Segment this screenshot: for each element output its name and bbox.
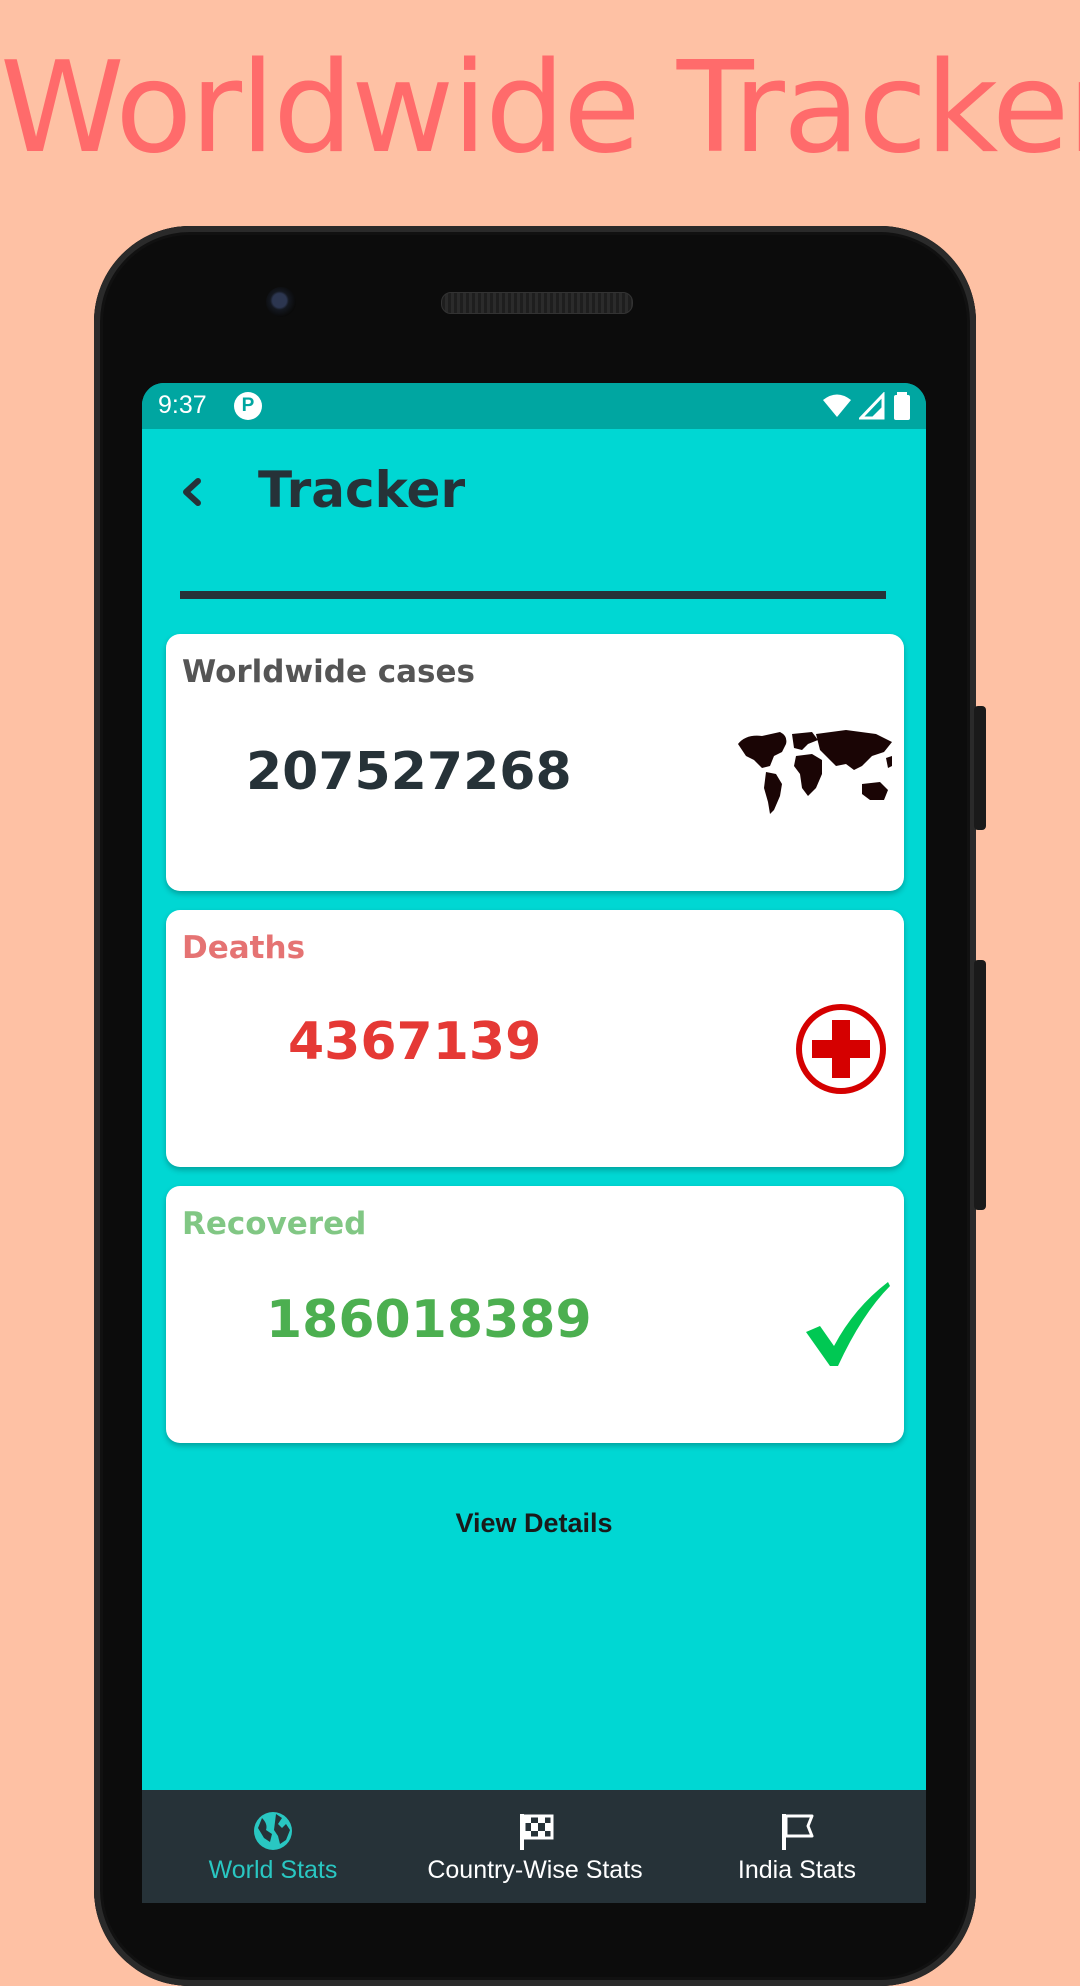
globe-icon bbox=[254, 1812, 292, 1850]
recovered-card: Recovered 186018389 bbox=[166, 1186, 904, 1443]
check-icon bbox=[806, 1282, 890, 1366]
deaths-value: 4367139 bbox=[288, 1012, 542, 1072]
status-icons bbox=[822, 392, 912, 420]
phone-power-button bbox=[974, 706, 986, 830]
status-time: 9:37 bbox=[158, 391, 207, 419]
promo-title: Worldwide Tracker bbox=[0, 34, 1080, 181]
phone-volume-button bbox=[974, 960, 986, 1210]
notification-icon: P bbox=[234, 392, 262, 420]
cases-value: 207527268 bbox=[246, 742, 572, 802]
nav-label-country-wise-stats: Country-Wise Stats bbox=[427, 1856, 643, 1884]
nav-label-world-stats: World Stats bbox=[208, 1856, 338, 1884]
back-button[interactable] bbox=[172, 467, 212, 517]
earpiece-speaker bbox=[441, 292, 633, 314]
page-title: Tracker bbox=[258, 461, 466, 519]
wifi-icon bbox=[823, 394, 852, 417]
recovered-value: 186018389 bbox=[266, 1290, 592, 1350]
checkered-flag-icon bbox=[520, 1814, 554, 1850]
view-details-button[interactable]: View Details bbox=[142, 1508, 926, 1539]
flag-icon bbox=[782, 1814, 814, 1850]
battery-icon bbox=[894, 392, 910, 420]
red-cross-icon bbox=[796, 1004, 886, 1094]
title-divider bbox=[180, 591, 886, 599]
recovered-label: Recovered bbox=[182, 1206, 367, 1242]
world-map-icon bbox=[738, 730, 892, 814]
front-camera bbox=[266, 287, 296, 317]
deaths-label: Deaths bbox=[182, 930, 306, 966]
signal-icon bbox=[859, 392, 885, 420]
app-screen: 9:37 P Tracker Worldwide cases 207527268 bbox=[142, 383, 926, 1903]
deaths-card: Deaths 4367139 bbox=[166, 910, 904, 1167]
nav-item-india-stats[interactable]: India Stats bbox=[666, 1790, 926, 1903]
nav-item-world-stats[interactable]: World Stats bbox=[142, 1790, 404, 1903]
cases-label: Worldwide cases bbox=[182, 654, 475, 690]
status-bar: 9:37 P bbox=[142, 383, 926, 429]
worldwide-cases-card: Worldwide cases 207527268 bbox=[166, 634, 904, 891]
chevron-left-icon bbox=[183, 478, 201, 506]
nav-item-country-wise-stats[interactable]: Country-Wise Stats bbox=[404, 1790, 666, 1903]
bottom-navigation: World Stats Country-Wise Stats India Sta… bbox=[142, 1790, 926, 1903]
app-bar: Tracker bbox=[142, 429, 926, 599]
nav-label-india-stats: India Stats bbox=[737, 1856, 857, 1884]
